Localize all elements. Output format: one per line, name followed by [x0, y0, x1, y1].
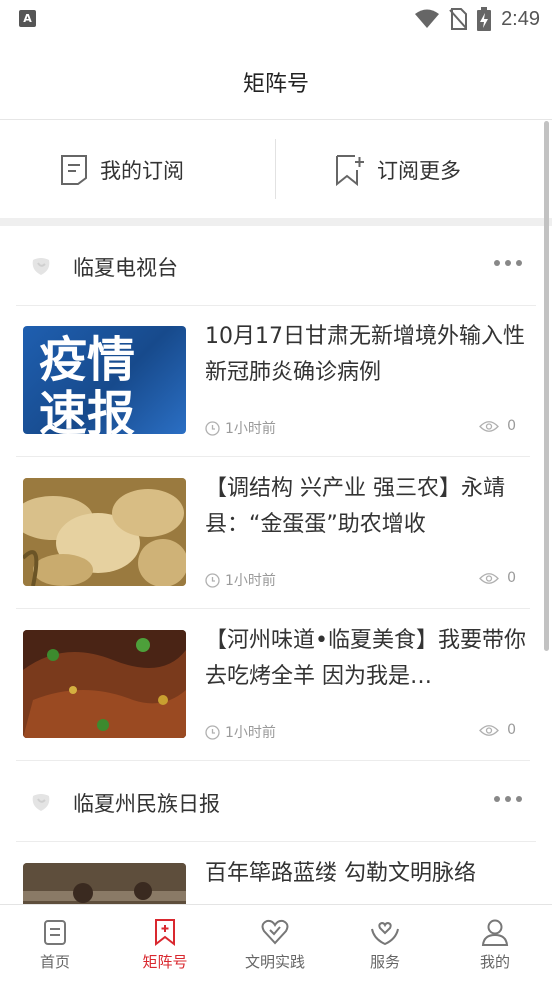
clock-icon — [205, 420, 220, 436]
news-time: 1小时前 — [205, 722, 276, 742]
bottom-tab-bar: 首页 矩阵号 文明实践 服务 我的 — [0, 904, 552, 981]
heart-icon — [261, 919, 289, 945]
tab-label: 服务 — [369, 953, 400, 971]
more-options-icon[interactable] — [494, 260, 522, 266]
eye-icon — [479, 572, 499, 584]
source-header[interactable]: 临夏电视台 — [16, 226, 536, 306]
tab-label: 矩阵号 — [142, 953, 188, 971]
app-header: 矩阵号 — [0, 38, 552, 120]
subscribe-more-button[interactable]: 订阅更多 — [335, 121, 461, 219]
hands-heart-icon — [371, 921, 399, 946]
my-subscriptions-button[interactable]: 我的订阅 — [60, 121, 184, 219]
subscription-list-icon — [61, 155, 87, 185]
tab-home[interactable]: 首页 — [0, 905, 110, 981]
tab-civilization-practice[interactable]: 文明实践 — [220, 905, 330, 981]
clock-icon — [205, 572, 220, 588]
status-bar: A 2:49 — [0, 0, 552, 38]
news-item[interactable]: 【调结构 兴产业 强三农】永靖县：“金蛋蛋”助农增收 1小时前 0 — [16, 457, 530, 609]
news-views-count: 0 — [507, 722, 516, 738]
news-views-count: 0 — [507, 418, 516, 434]
battery-charging-icon — [477, 7, 492, 31]
status-icons: 2:49 — [415, 6, 540, 32]
news-thumbnail: 疫情 速报 — [23, 326, 186, 434]
news-title: 10月17日甘肃无新增境外输入性新冠肺炎确诊病例 — [205, 324, 525, 385]
tab-label: 我的 — [479, 953, 510, 971]
my-subscriptions-label: 我的订阅 — [100, 159, 184, 183]
news-time: 1小时前 — [205, 570, 276, 590]
news-time: 1小时前 — [205, 418, 276, 438]
tab-label: 文明实践 — [244, 953, 305, 971]
page-title: 矩阵号 — [242, 72, 309, 97]
user-icon — [481, 919, 509, 946]
status-time: 2:49 — [501, 7, 540, 30]
thumb-text-line1: 疫情 — [39, 332, 135, 388]
tab-matrix[interactable]: 矩阵号 — [110, 905, 220, 981]
notification-a-icon: A — [19, 10, 36, 27]
bookmark-add-icon — [336, 155, 364, 186]
more-options-icon[interactable] — [494, 796, 522, 802]
news-title: 【调结构 兴产业 强三农】永靖县：“金蛋蛋”助农增收 — [205, 476, 505, 537]
tab-services[interactable]: 服务 — [330, 905, 440, 981]
home-icon — [44, 920, 66, 945]
divider — [275, 139, 276, 199]
eye-icon — [479, 420, 499, 432]
news-title: 百年筚路蓝缕 勾勒文明脉络 — [205, 861, 476, 886]
news-time-text: 1小时前 — [225, 573, 276, 589]
news-time-text: 1小时前 — [225, 421, 276, 437]
news-item[interactable]: 【河州味道•临夏美食】我要带你去吃烤全羊 因为我是… 1小时前 0 — [16, 609, 530, 761]
news-item[interactable]: 疫情 速报 10月17日甘肃无新增境外输入性新冠肺炎确诊病例 1小时前 0 — [16, 305, 530, 457]
source-logo-icon — [32, 794, 50, 811]
source-name: 临夏电视台 — [73, 256, 178, 280]
wifi-icon — [415, 9, 440, 28]
news-views: 0 — [479, 570, 516, 586]
thumb-text-line2: 速报 — [39, 386, 135, 434]
source-header[interactable]: 临夏州民族日报 — [16, 762, 536, 842]
news-views-count: 0 — [507, 570, 516, 586]
subscribe-more-label: 订阅更多 — [377, 159, 461, 183]
news-views: 0 — [479, 722, 516, 738]
source-name: 临夏州民族日报 — [73, 792, 220, 816]
subscription-bar: 我的订阅 订阅更多 — [0, 121, 552, 219]
clock-icon — [205, 724, 220, 740]
news-thumbnail — [23, 630, 186, 738]
news-views: 0 — [479, 418, 516, 434]
section-separator — [0, 218, 552, 226]
news-thumbnail — [23, 478, 186, 586]
no-sim-icon — [449, 8, 468, 30]
news-title: 【河州味道•临夏美食】我要带你去吃烤全羊 因为我是… — [205, 628, 526, 689]
source-logo-icon — [32, 258, 50, 275]
bookmark-icon — [155, 919, 175, 947]
scrollbar[interactable] — [544, 121, 549, 651]
tab-mine[interactable]: 我的 — [440, 905, 550, 981]
eye-icon — [479, 724, 499, 736]
tab-label: 首页 — [39, 953, 70, 971]
news-time-text: 1小时前 — [225, 725, 276, 741]
